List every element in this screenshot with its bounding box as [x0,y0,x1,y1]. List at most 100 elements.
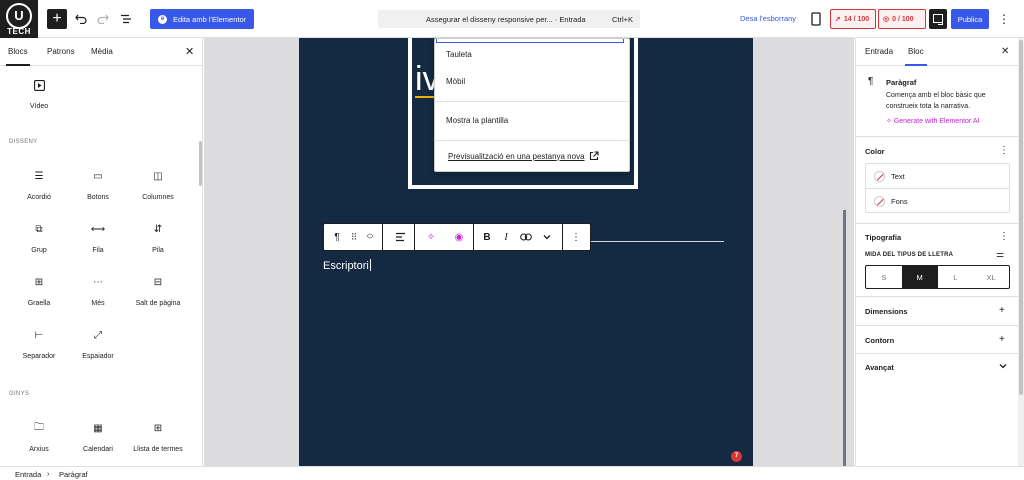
preview-dropdown-menu: Tauleta Mòbil Mostra la plantilla Previs… [434,38,630,172]
block-columns[interactable]: ◫ Columnes [127,169,189,209]
chevron-down-icon[interactable] [999,361,1007,372]
toolbar-divider [414,224,415,250]
plus-icon[interactable]: + [999,305,1005,316]
vertical-ellipsis-icon[interactable]: ⋮ [999,231,1009,242]
notification-badge[interactable]: 7 [731,451,742,462]
video-icon [32,78,46,92]
block-options-button[interactable]: ⋮ [566,224,586,250]
align-left-icon [395,232,405,242]
buttons-icon: ▭ [93,170,103,182]
redo-button[interactable] [94,10,112,28]
block-label: Vídeo [29,103,49,110]
font-size-xl[interactable]: XL [973,266,1009,288]
paragraph-icon[interactable]: ¶ [328,224,346,250]
settings-scrollbar[interactable] [1018,38,1024,466]
preview-new-tab-label: Previsualització en una pestanya nova [448,151,585,161]
move-up-down-button[interactable]: ︿ ﹀ [362,224,378,250]
more-icon: ⋯ [93,276,103,288]
advanced-panel-title[interactable]: Avançat [865,363,894,372]
more-formatting-button[interactable] [538,224,556,250]
font-size-s[interactable]: S [866,266,902,288]
preview-button[interactable] [810,11,824,27]
generate-ai-link[interactable]: ✧ Generate with Elementor AI [886,117,979,125]
save-draft-button[interactable]: Desa l'esborrany [740,14,796,23]
tab-blocks[interactable]: Blocs [6,47,30,66]
block-buttons[interactable]: ▭ Botons [67,169,129,209]
bold-button[interactable]: B [478,224,496,250]
block-terms-list[interactable]: ⊞ Llista de termes [127,421,189,461]
add-block-button[interactable]: + [47,9,67,29]
undo-button[interactable] [72,10,90,28]
readability-button[interactable]: ◉ [447,224,471,250]
inserter-scrollbar[interactable] [199,141,202,186]
block-row[interactable]: ⟷ Fila [67,222,129,262]
align-button[interactable] [388,224,412,250]
breadcrumb: Entrada › Paràgraf [0,466,1024,480]
close-icon[interactable]: ✕ [185,45,194,58]
block-accordion[interactable]: ☰ Acordió [8,169,70,209]
font-size-l[interactable]: L [938,266,974,288]
stack-icon: ⇵ [153,223,163,235]
toolbar-divider [473,224,474,250]
more-options-icon[interactable]: ⋮ [998,10,1010,28]
menu-item-tablet[interactable]: Tauleta [446,50,472,59]
seo-score-badge[interactable]: ➚ 14 / 100 [830,9,876,29]
grid-icon: ⊞ [34,276,44,288]
separator-icon: ⊢ [34,329,44,341]
block-grid[interactable]: ⊞ Graella [8,275,70,315]
block-label: Calendari [83,446,113,453]
color-background-option[interactable]: Fons [866,189,1009,213]
document-title: Assegurar el disseny responsive per... ·… [426,14,586,24]
dimensions-panel-title[interactable]: Dimensions [865,307,908,316]
publish-button[interactable]: Publica [951,9,989,29]
block-calendar[interactable]: ▦ Calendari [67,421,129,461]
chevron-right-icon: › [47,469,50,478]
tab-media[interactable]: Mèdia [91,47,113,56]
ai-sparkle-button[interactable]: ✧ [419,224,443,250]
border-panel-title[interactable]: Contorn [865,336,894,345]
color-text-option[interactable]: Text [866,164,1009,188]
block-stack[interactable]: ⇵ Pila [127,222,189,262]
list-view-button[interactable] [117,10,135,28]
panel-divider [856,223,1019,224]
site-logo[interactable]: U TECH [0,0,38,38]
font-size-m[interactable]: M [901,266,938,288]
edit-with-elementor-button[interactable]: e Edita amb l'Elementor [150,9,254,29]
menu-divider [435,140,629,141]
tab-block[interactable]: Bloc [905,47,927,66]
custom-size-icon[interactable]: ⚌ [996,249,1004,260]
block-video[interactable]: Vídeo [8,78,70,118]
block-label: Espaiador [82,353,114,360]
breadcrumb-post[interactable]: Entrada [15,470,41,479]
plus-icon[interactable]: + [999,334,1005,345]
block-more[interactable]: ⋯ Més [67,275,129,315]
settings-toggle-button[interactable] [929,9,947,29]
canvas-scrollbar[interactable] [843,210,846,466]
block-separator[interactable]: ⊢ Separador [8,328,70,368]
block-page-break[interactable]: ⊟ Salt de pàgina [127,275,189,315]
drag-handle-icon[interactable]: ⠿ [346,224,362,250]
tab-post[interactable]: Entrada [865,47,893,56]
close-icon[interactable]: ✕ [1001,46,1009,57]
menu-item-mobile[interactable]: Mòbil [446,77,465,86]
block-spacer[interactable]: ⤢ Espaiador [67,328,129,368]
color-panel-title: Color [865,147,885,156]
command-palette-bar[interactable]: Assegurar el disseny responsive per... ·… [378,10,640,28]
vertical-ellipsis-icon[interactable]: ⋮ [999,145,1009,156]
breadcrumb-paragraph[interactable]: Paràgraf [59,470,88,479]
accordion-icon: ☰ [34,170,44,182]
toolbar-divider [382,224,383,250]
scrollbar-thumb[interactable] [1019,40,1023,395]
block-archive[interactable]: 🗀 Arxius [8,421,70,461]
preview-new-tab-link[interactable]: Previsualització en una pestanya nova [448,151,599,161]
tab-patterns[interactable]: Patrons [47,47,75,56]
link-button[interactable] [516,224,536,250]
block-group[interactable]: ⧉ Grup [8,222,70,262]
menu-item-show-template[interactable]: Mostra la plantilla [446,116,508,125]
paragraph-block[interactable]: Escriptori [323,259,371,272]
section-heading-widgets: GINYS [9,391,30,397]
font-size-picker: S M L XL [865,265,1010,289]
readability-score-badge[interactable]: ◎ 0 / 100 [878,9,926,29]
block-label: Acordió [27,194,51,201]
italic-button[interactable]: I [498,224,514,250]
